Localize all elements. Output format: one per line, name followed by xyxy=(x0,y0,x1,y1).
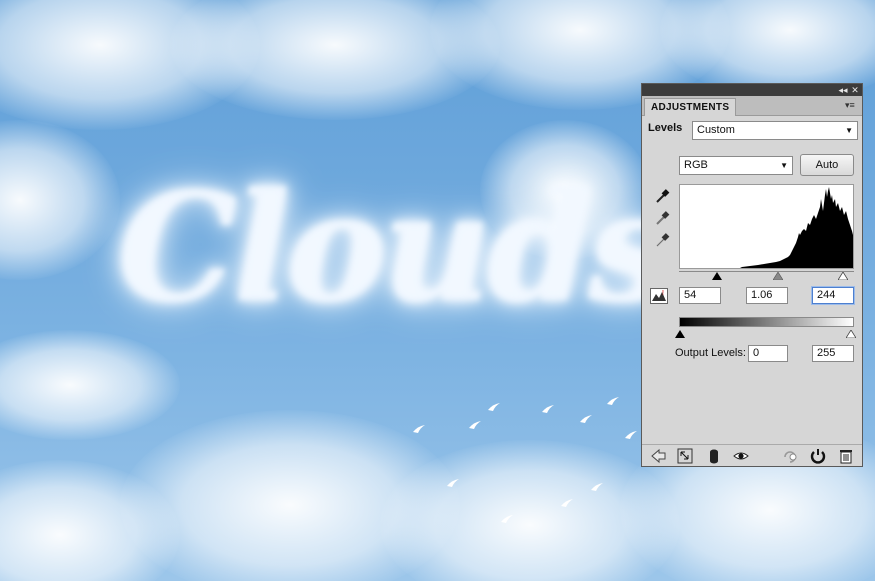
back-arrow-icon[interactable] xyxy=(650,448,666,464)
visibility-eye-icon[interactable] xyxy=(733,448,749,464)
cloud-text: Clouds xyxy=(118,160,673,336)
cloud-shape xyxy=(0,120,120,280)
bird-shape xyxy=(624,430,638,440)
bird-shape xyxy=(606,396,620,406)
tab-adjustments[interactable]: ADJUSTMENTS xyxy=(644,98,737,116)
output-black-slider-handle[interactable] xyxy=(675,329,685,338)
output-white-field[interactable]: 255 xyxy=(812,345,854,362)
view-previous-icon[interactable] xyxy=(782,448,798,464)
gamma-slider-handle[interactable] xyxy=(772,271,784,281)
white-eyedropper-icon[interactable] xyxy=(654,232,670,248)
panel-tab-strip: ADJUSTMENTS ▾≡ xyxy=(642,96,862,116)
collapse-panel-button[interactable]: ◂◂ xyxy=(838,85,848,95)
chevron-down-icon: ▼ xyxy=(845,126,853,135)
input-black-field[interactable]: 54 xyxy=(679,287,721,304)
input-levels-slider-track xyxy=(679,271,854,272)
channel-value: RGB xyxy=(684,159,708,171)
channel-dropdown[interactable]: RGB ▼ xyxy=(679,156,793,175)
black-point-slider-handle[interactable] xyxy=(712,271,722,280)
adjustments-panel: ◂◂ ✕ ADJUSTMENTS ▾≡ Levels Custom ▼ RGB … xyxy=(641,83,863,467)
clip-layer-icon[interactable] xyxy=(706,448,722,464)
double-chevron-left-icon: ◂◂ xyxy=(838,85,848,95)
output-levels-label: Output Levels: xyxy=(675,347,746,359)
gray-eyedropper-icon[interactable] xyxy=(654,210,670,226)
bird-shape xyxy=(487,402,501,412)
bird-shape xyxy=(412,424,426,434)
calculate-histogram-icon[interactable]: ! xyxy=(650,288,668,304)
black-eyedropper-icon[interactable] xyxy=(654,188,670,204)
cloud-shape xyxy=(0,330,180,440)
panel-title-bar: ◂◂ ✕ xyxy=(642,84,862,96)
bird-shape xyxy=(579,414,593,424)
panel-menu-button[interactable]: ▾≡ xyxy=(845,100,859,110)
trash-icon[interactable] xyxy=(838,448,854,464)
output-white-slider-handle[interactable] xyxy=(845,329,857,339)
output-black-field[interactable]: 0 xyxy=(748,345,788,362)
panel-menu-icon: ▾≡ xyxy=(845,100,855,110)
bird-shape xyxy=(590,482,604,492)
bird-shape xyxy=(500,514,514,524)
bird-shape xyxy=(468,420,482,430)
reset-icon[interactable] xyxy=(810,448,826,464)
preset-value: Custom xyxy=(697,124,735,136)
adjustment-type-label: Levels xyxy=(648,122,683,134)
bird-shape xyxy=(560,498,574,508)
svg-text:!: ! xyxy=(662,290,664,297)
close-panel-button[interactable]: ✕ xyxy=(850,85,860,95)
bird-shape xyxy=(541,404,555,414)
histogram-graph xyxy=(740,187,853,268)
output-levels-gradient xyxy=(679,317,854,327)
input-white-field[interactable]: 244 xyxy=(812,287,854,304)
close-icon: ✕ xyxy=(851,85,859,95)
auto-button[interactable]: Auto xyxy=(800,154,854,176)
expand-view-icon[interactable] xyxy=(677,448,693,464)
histogram xyxy=(679,184,854,269)
input-gamma-field[interactable]: 1.06 xyxy=(746,287,788,304)
white-point-slider-handle[interactable] xyxy=(837,271,849,281)
bird-shape xyxy=(446,478,460,488)
panel-bottom-toolbar xyxy=(642,444,862,466)
preset-dropdown[interactable]: Custom ▼ xyxy=(692,121,858,140)
chevron-down-icon: ▼ xyxy=(780,161,788,170)
